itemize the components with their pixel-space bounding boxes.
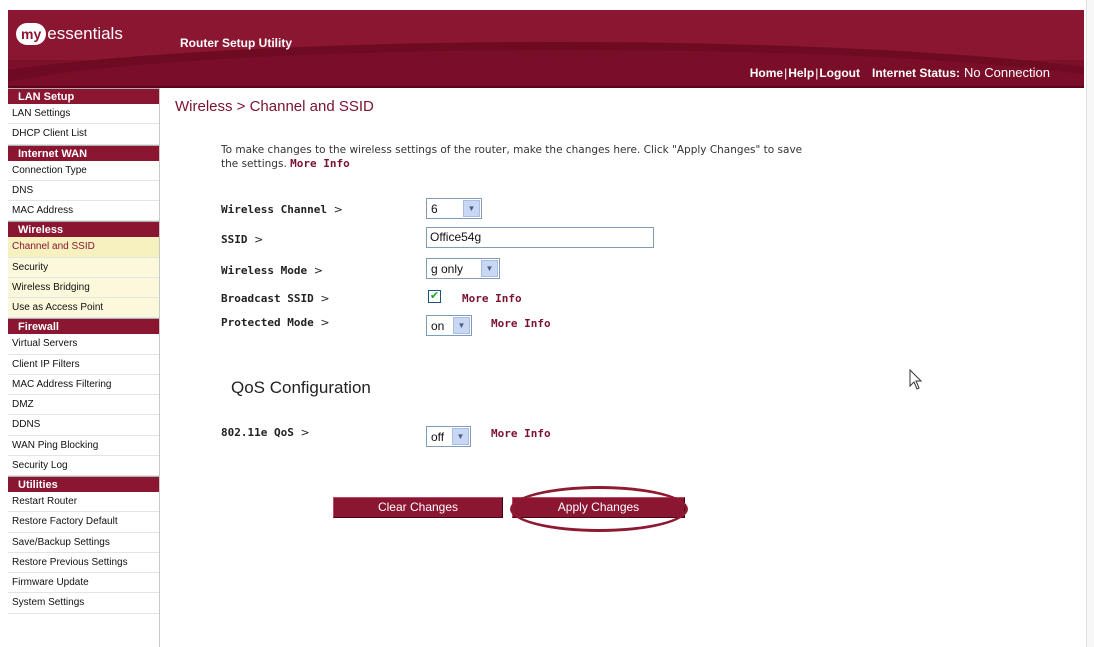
qos-label-text: 802.11e QoS [221,426,294,439]
sidebar-item-mac-address[interactable]: MAC Address [8,201,159,222]
checkmark-icon: ✔ [429,290,440,302]
sidebar-item-dns[interactable]: DNS [8,181,159,201]
intro-text: To make changes to the wireless settings… [221,144,811,171]
label-arrow: > [333,203,343,216]
protected-mode-value: on [431,318,445,333]
home-link[interactable]: Home [750,66,783,80]
header-rule [8,86,1084,88]
chevron-down-icon: ▼ [481,260,498,277]
sidebar-item-wireless-bridging[interactable]: Wireless Bridging [8,277,159,298]
qos-more-info-link[interactable]: More Info [491,427,551,440]
label-arrow: > [313,264,323,277]
sidebar-section-wireless[interactable]: Wireless [8,221,159,238]
brand-logo: my essentials [16,23,123,45]
sidebar: LAN Setup LAN Settings DHCP Client List … [8,88,160,647]
broadcast-more-info-link[interactable]: More Info [462,292,522,305]
logo-essentials: essentials [47,24,123,43]
more-info-link[interactable]: More Info [290,157,350,170]
wireless-channel-label: Wireless Channel > [221,203,343,216]
ssid-label: SSID > [221,233,263,246]
sidebar-item-lan-settings[interactable]: LAN Settings [8,104,159,125]
protected-mode-label-text: Protected Mode [221,316,314,329]
sidebar-item-restore-factory-default[interactable]: Restore Factory Default [8,512,159,533]
sidebar-item-client-ip-filters[interactable]: Client IP Filters [8,355,159,375]
header-banner: my essentials Router Setup Utility Home |… [8,10,1084,88]
wireless-mode-value: g only [431,261,464,276]
label-arrow: > [320,316,330,329]
sidebar-section-internet-wan[interactable]: Internet WAN [8,144,159,161]
sidebar-item-mac-address-filtering[interactable]: MAC Address Filtering [8,375,159,395]
apply-changes-button[interactable]: Apply Changes [512,497,685,518]
top-nav: Home | Help | Logout Internet Status: No… [750,65,1050,80]
page-title: Wireless > Channel and SSID [175,98,374,115]
sidebar-item-ddns[interactable]: DDNS [8,415,159,436]
logo-my: my [16,23,47,45]
sidebar-item-connection-type[interactable]: Connection Type [8,161,159,181]
chevron-down-icon: ▼ [452,428,469,445]
logout-link[interactable]: Logout [819,66,860,80]
sidebar-section-firewall[interactable]: Firewall [8,318,159,335]
nav-separator: | [784,65,788,80]
clear-changes-button[interactable]: Clear Changes [333,497,503,518]
qos-select[interactable]: off ▼ [426,426,471,447]
sidebar-item-wan-ping-blocking[interactable]: WAN Ping Blocking [8,436,159,456]
sidebar-item-system-settings[interactable]: System Settings [8,593,159,614]
app-title: Router Setup Utility [180,36,293,50]
sidebar-item-use-as-access-point[interactable]: Use as Access Point [8,298,159,319]
protected-more-info-link[interactable]: More Info [491,317,551,330]
broadcast-ssid-label-text: Broadcast SSID [221,292,314,305]
internet-status-label: Internet Status: [871,65,960,80]
label-arrow: > [320,292,330,305]
sidebar-item-dhcp-client-list[interactable]: DHCP Client List [8,124,159,145]
sidebar-item-security[interactable]: Security [8,257,159,278]
label-arrow: > [300,426,310,439]
sidebar-item-virtual-servers[interactable]: Virtual Servers [8,334,159,355]
sidebar-section-lan-setup[interactable]: LAN Setup [8,88,159,104]
wireless-mode-label: Wireless Mode > [221,264,323,277]
qos-value: off [431,429,445,444]
internet-status-value: No Connection [964,65,1050,80]
ssid-input[interactable]: Office54g [426,227,654,248]
broadcast-ssid-checkbox[interactable]: ✔ [428,290,441,303]
sidebar-item-firmware-update[interactable]: Firmware Update [8,573,159,594]
chevron-down-icon: ▼ [463,200,480,217]
sidebar-item-security-log[interactable]: Security Log [8,456,159,476]
sidebar-item-dmz[interactable]: DMZ [8,395,159,416]
wireless-mode-label-text: Wireless Mode [221,264,308,277]
ssid-label-text: SSID [221,233,248,246]
broadcast-ssid-label: Broadcast SSID > [221,292,330,305]
wireless-channel-label-text: Wireless Channel [221,203,327,216]
label-arrow: > [254,233,264,246]
sidebar-item-restart-router[interactable]: Restart Router [8,492,159,513]
sidebar-item-save-backup-settings[interactable]: Save/Backup Settings [8,533,159,553]
protected-mode-select[interactable]: on ▼ [426,315,472,336]
protected-mode-label: Protected Mode > [221,316,330,329]
wireless-channel-select[interactable]: 6 ▼ [426,198,482,219]
qos-label: 802.11e QoS > [221,426,310,439]
help-link[interactable]: Help [788,66,814,80]
window-scrollbar[interactable] [1086,0,1094,647]
qos-section-title: QoS Configuration [231,378,371,397]
wireless-channel-value: 6 [431,201,438,216]
wireless-mode-select[interactable]: g only ▼ [426,258,500,279]
sidebar-section-utilities[interactable]: Utilities [8,476,159,492]
nav-separator: | [815,65,819,80]
sidebar-item-restore-previous-settings[interactable]: Restore Previous Settings [8,553,159,573]
mouse-pointer-icon [909,369,923,390]
chevron-down-icon: ▼ [453,317,470,334]
sidebar-item-channel-and-ssid[interactable]: Channel and SSID [8,237,159,258]
